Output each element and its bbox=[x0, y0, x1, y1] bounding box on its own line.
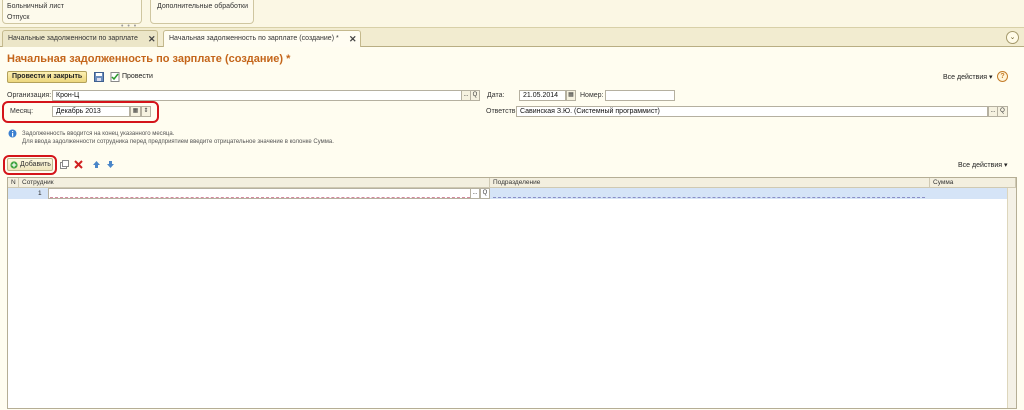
table-all-actions-menu[interactable]: Все действия ▾ bbox=[958, 161, 1007, 169]
post-icon bbox=[110, 72, 120, 82]
debts-table: N Сотрудник Подразделение Сумма 1 ... Q bbox=[7, 177, 1017, 409]
sections-group-left: Больничный лист Отпуск bbox=[2, 0, 142, 24]
tab-initial-debts-list[interactable]: Начальные задолженности по зарплате ✕ bbox=[2, 30, 158, 47]
post-button[interactable]: Провести bbox=[122, 73, 153, 80]
responsible-field[interactable]: Савинская З.Ю. (Системный программист) bbox=[516, 106, 988, 117]
info-line: Для ввода задолженности сотрудника перед… bbox=[22, 139, 334, 145]
help-icon[interactable]: ? bbox=[997, 71, 1008, 82]
copy-icon[interactable] bbox=[60, 160, 69, 169]
close-icon[interactable]: ✕ bbox=[148, 31, 156, 47]
date-field[interactable]: 21.05.2014 bbox=[519, 90, 566, 101]
link-additional-processing[interactable]: Дополнительные обработки bbox=[157, 3, 248, 10]
page-title: Начальная задолженность по зарплате (соз… bbox=[7, 53, 291, 65]
tabs-bar: Начальные задолженности по зарплате ✕ На… bbox=[0, 28, 1024, 48]
info-note: Задолженность вводится на конец указанно… bbox=[22, 130, 334, 146]
number-label: Номер: bbox=[580, 92, 604, 99]
vertical-scrollbar[interactable] bbox=[1007, 188, 1016, 408]
info-line: Задолженность вводится на конец указанно… bbox=[22, 131, 175, 137]
search-icon[interactable]: Q bbox=[997, 106, 1008, 117]
sections-panel: Больничный лист Отпуск Дополнительные об… bbox=[0, 0, 1024, 30]
chevron-down-icon[interactable]: ⌄ bbox=[1006, 31, 1019, 44]
search-icon[interactable]: Q bbox=[480, 188, 490, 199]
add-highlight bbox=[3, 155, 57, 175]
column-header-department[interactable]: Подразделение bbox=[490, 178, 930, 188]
sections-group-right: Дополнительные обработки bbox=[150, 0, 254, 24]
department-underline bbox=[493, 197, 925, 198]
column-header-n[interactable]: N bbox=[8, 178, 19, 188]
all-actions-menu[interactable]: Все действия ▾ bbox=[943, 73, 992, 81]
link-vacation[interactable]: Отпуск bbox=[7, 14, 29, 21]
tab-initial-debt-create[interactable]: Начальная задолженность по зарплате (соз… bbox=[163, 30, 361, 48]
column-header-sum[interactable]: Сумма bbox=[930, 178, 1016, 188]
row-number: 1 bbox=[38, 190, 42, 197]
search-icon[interactable]: Q bbox=[470, 90, 480, 101]
save-icon[interactable] bbox=[94, 72, 104, 82]
tab-label: Начальная задолженность по зарплате (соз… bbox=[169, 35, 339, 42]
organization-field[interactable]: Крон-Ц bbox=[52, 90, 462, 101]
select-button[interactable]: ... bbox=[470, 188, 480, 199]
tab-label: Начальные задолженности по зарплате bbox=[8, 35, 138, 42]
document-form: Начальная задолженность по зарплате (соз… bbox=[0, 47, 1024, 410]
required-underline bbox=[50, 197, 470, 198]
responsible-label: Ответств.: bbox=[486, 108, 520, 115]
number-field[interactable] bbox=[605, 90, 675, 101]
move-up-icon[interactable] bbox=[92, 160, 101, 169]
sum-cell[interactable] bbox=[933, 188, 1013, 199]
link-sick-leave[interactable]: Больничный лист bbox=[7, 3, 64, 10]
month-highlight bbox=[2, 101, 159, 123]
close-icon[interactable]: ✕ bbox=[349, 31, 357, 47]
post-and-close-button[interactable]: Провести и закрыть bbox=[7, 71, 88, 83]
date-label: Дата: bbox=[487, 92, 505, 99]
calendar-icon[interactable]: ▦ bbox=[566, 90, 576, 101]
delete-icon[interactable] bbox=[74, 160, 83, 169]
column-header-employee[interactable]: Сотрудник bbox=[19, 178, 490, 188]
move-down-icon[interactable] bbox=[106, 160, 115, 169]
info-icon bbox=[8, 129, 17, 138]
org-label: Организация: bbox=[7, 92, 52, 99]
